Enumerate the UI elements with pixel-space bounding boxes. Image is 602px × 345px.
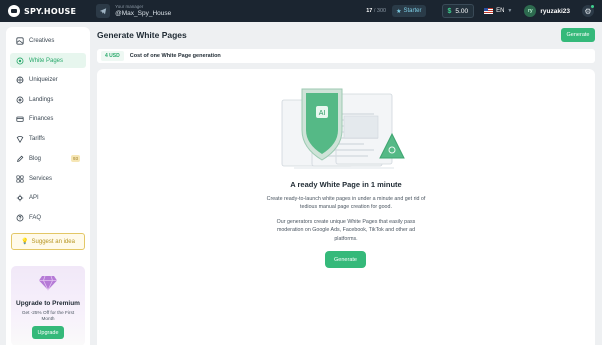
star-icon: ★ bbox=[396, 8, 402, 15]
dollar-icon: $ bbox=[447, 7, 452, 15]
suggest-idea-label: Suggest an idea bbox=[31, 238, 75, 245]
sidebar-item-uniqueizer[interactable]: Uniqueizer bbox=[10, 72, 86, 87]
api-icon bbox=[16, 194, 24, 202]
manager-info[interactable]: Your manager @Max_Spy_House bbox=[115, 4, 171, 18]
balance-button[interactable]: $ 5.00 bbox=[441, 4, 475, 18]
sidebar-item-api[interactable]: API bbox=[10, 190, 86, 205]
avatar[interactable]: ry bbox=[524, 5, 537, 17]
gear-icon[interactable]: ⚙ bbox=[582, 5, 594, 17]
sidebar-item-label: White Pages bbox=[29, 57, 64, 64]
manager-name[interactable]: @Max_Spy_House bbox=[115, 10, 171, 18]
finances-icon bbox=[16, 115, 24, 123]
sidebar-item-services[interactable]: Services bbox=[10, 171, 86, 186]
balance-amount: 5.00 bbox=[455, 7, 469, 15]
sidebar-item-landings[interactable]: Landings bbox=[10, 92, 86, 107]
sidebar-item-label: Creatives bbox=[29, 37, 55, 44]
sidebar-item-finances[interactable]: Finances bbox=[10, 111, 86, 126]
hero-description-secondary: Our generators create unique White Pages… bbox=[276, 219, 416, 242]
generate-header-button[interactable]: Generate bbox=[561, 28, 595, 42]
sidebar-item-label: Services bbox=[29, 175, 53, 182]
plan-label: Starter bbox=[403, 8, 422, 14]
notification-dot bbox=[591, 5, 594, 8]
telegram-icon[interactable] bbox=[96, 4, 111, 18]
sidebar-item-creatives[interactable]: Creatives bbox=[10, 33, 86, 48]
logo-icon bbox=[8, 5, 20, 17]
blog-icon bbox=[16, 155, 24, 163]
promo-title: Upgrade to Premium bbox=[16, 300, 80, 307]
sidebar-item-tariffs[interactable]: Tariffs bbox=[10, 131, 86, 146]
sidebar-item-blog[interactable]: Blog 93 bbox=[10, 151, 86, 166]
white-page-illustration-icon: AI bbox=[281, 88, 405, 169]
hero-description: Create ready-to-launch white pages in un… bbox=[266, 196, 426, 211]
sidebar: Creatives White Pages Uniqueizer Landing… bbox=[6, 27, 90, 345]
faq-icon bbox=[16, 214, 24, 222]
shield-ai-label: AI bbox=[319, 110, 326, 117]
sidebar-item-label: FAQ bbox=[29, 214, 42, 221]
blog-count-badge: 93 bbox=[70, 155, 80, 162]
logo[interactable]: SPY.HOUSE bbox=[8, 5, 76, 17]
logo-text: SPY.HOUSE bbox=[24, 6, 77, 16]
diamond-icon bbox=[39, 275, 57, 291]
sidebar-item-label: Blog bbox=[29, 155, 42, 162]
suggest-idea-button[interactable]: 💡 Suggest an idea bbox=[11, 233, 85, 250]
sidebar-item-label: Uniqueizer bbox=[29, 76, 58, 83]
upgrade-button[interactable]: Upgrade bbox=[32, 326, 64, 340]
top-bar: SPY.HOUSE Your manager @Max_Spy_House 17… bbox=[0, 0, 602, 22]
services-icon bbox=[16, 174, 24, 183]
manager-label: Your manager bbox=[115, 4, 144, 9]
uniqueizer-icon bbox=[16, 76, 24, 84]
promo-subtitle: Get -25% Off for the First Month bbox=[21, 310, 75, 322]
creatives-icon bbox=[16, 36, 24, 45]
generate-button[interactable]: Generate bbox=[325, 251, 366, 268]
usage-counter: 17 / 300 bbox=[366, 8, 386, 14]
main-panel: AI A ready White Page in 1 minute Create… bbox=[97, 69, 595, 345]
sidebar-item-label: API bbox=[29, 194, 39, 201]
language-selector[interactable]: EN ▼ bbox=[484, 8, 512, 14]
sidebar-item-faq[interactable]: FAQ bbox=[10, 210, 86, 225]
usage-counter-used: 17 bbox=[366, 8, 373, 14]
sidebar-item-label: Landings bbox=[29, 96, 54, 103]
tariffs-icon bbox=[16, 135, 24, 143]
sidebar-item-label: Tariffs bbox=[29, 135, 45, 142]
cost-info-bar: 4 USD Cost of one White Page generation bbox=[97, 49, 595, 63]
chevron-down-icon: ▼ bbox=[507, 8, 513, 14]
plan-badge[interactable]: ★ Starter bbox=[392, 5, 426, 17]
page-title: Generate White Pages bbox=[97, 30, 187, 40]
hero-title: A ready White Page in 1 minute bbox=[290, 180, 402, 189]
cost-label: Cost of one White Page generation bbox=[129, 53, 221, 59]
language-label: EN bbox=[496, 8, 505, 14]
usage-counter-total: / 300 bbox=[373, 8, 387, 14]
cost-price-badge: 4 USD bbox=[101, 51, 124, 61]
white-pages-icon bbox=[16, 57, 24, 65]
premium-promo-card: Upgrade to Premium Get -25% Off for the … bbox=[11, 266, 85, 345]
lightbulb-icon: 💡 bbox=[21, 239, 29, 245]
username[interactable]: ryuzaki23 bbox=[540, 8, 570, 15]
sidebar-item-white-pages[interactable]: White Pages bbox=[10, 53, 86, 68]
landings-icon bbox=[16, 96, 24, 104]
sidebar-item-label: Finances bbox=[29, 115, 54, 122]
us-flag-icon bbox=[484, 8, 494, 14]
